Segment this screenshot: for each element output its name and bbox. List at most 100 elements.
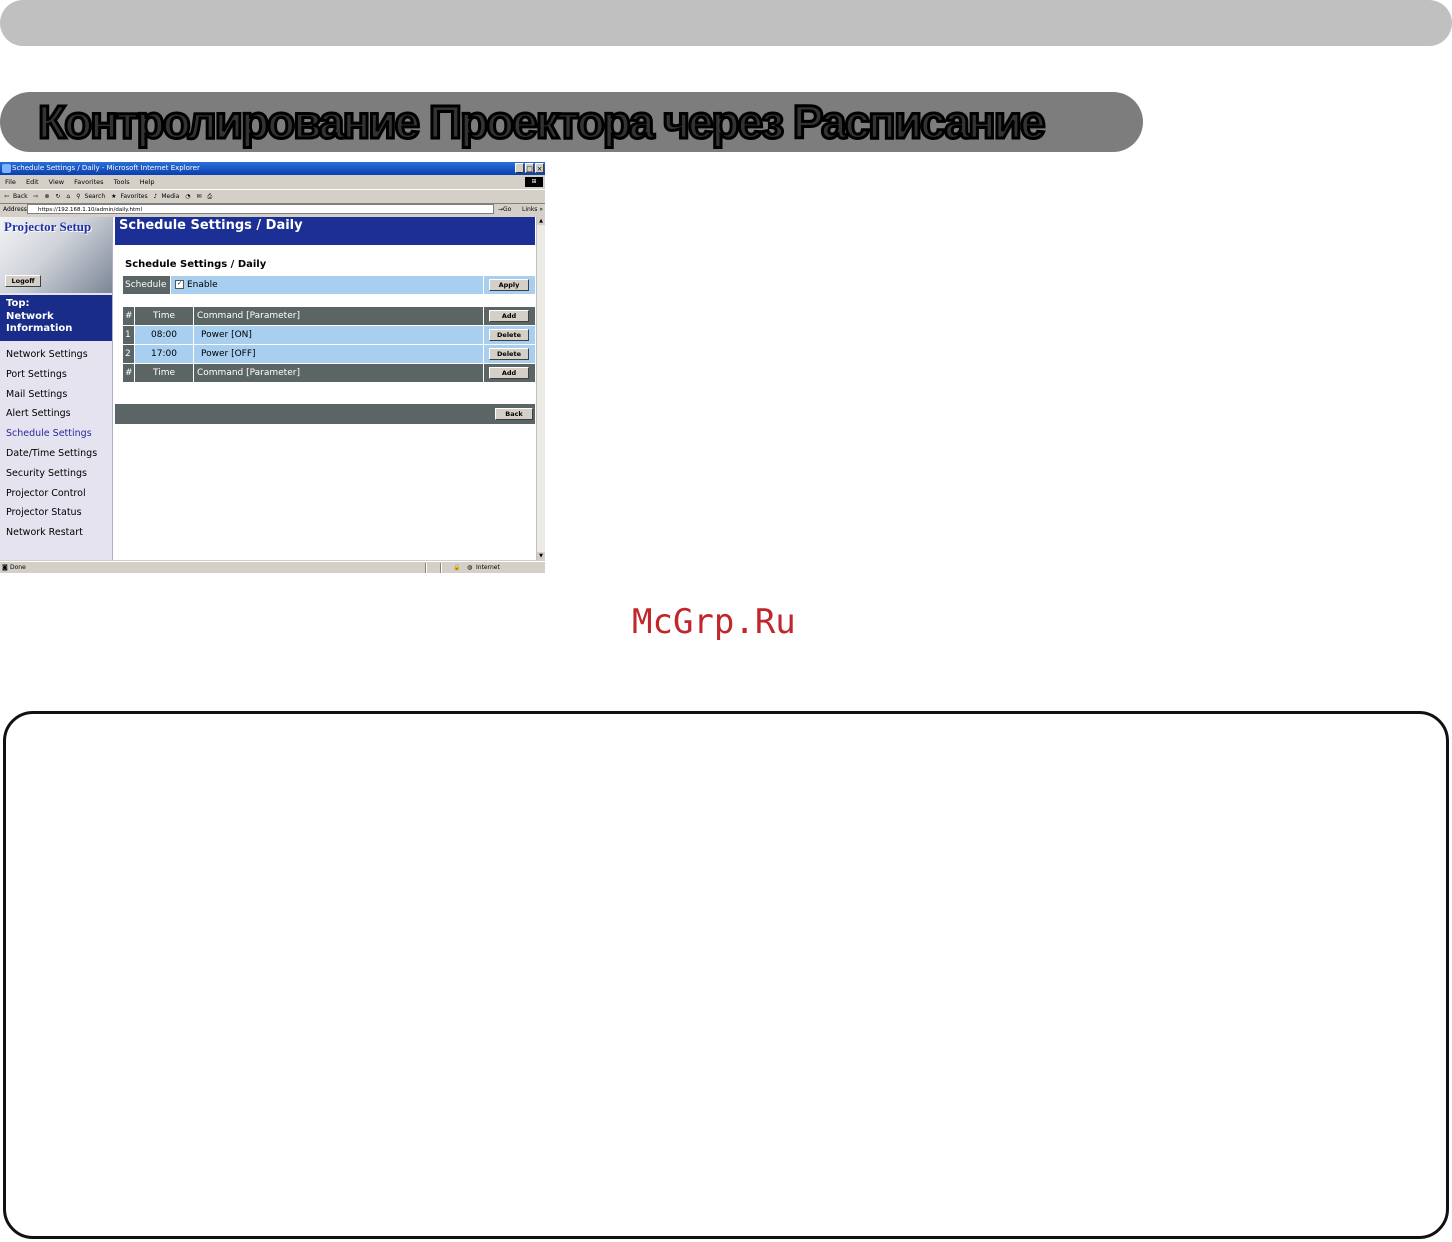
- top-line-2: Network: [6, 310, 54, 322]
- table-header-row: # Time Command [Parameter] Add: [123, 307, 535, 325]
- add-button-bottom[interactable]: Add: [489, 367, 529, 379]
- address-input[interactable]: https://192.168.1.10/admin/daily.html: [27, 204, 494, 214]
- sidebar-item-date-time-settings[interactable]: Date/Time Settings: [0, 444, 112, 464]
- sidebar-item-mail-settings[interactable]: Mail Settings: [0, 385, 112, 405]
- media-icon: ♪: [153, 193, 158, 200]
- sidebar-item-schedule-settings[interactable]: Schedule Settings: [0, 424, 112, 444]
- col-num-header: #: [123, 307, 134, 325]
- top-banner-bar: [0, 0, 1452, 46]
- sidebar-item-network-restart[interactable]: Network Restart: [0, 523, 112, 543]
- globe-icon: ◍: [467, 564, 473, 571]
- top-line-1: Top:: [6, 298, 30, 309]
- home-icon[interactable]: ⌂: [66, 193, 70, 200]
- maximize-icon[interactable]: □: [525, 163, 534, 173]
- toolbar-favorites[interactable]: Favorites: [120, 193, 147, 200]
- mail-icon[interactable]: ✉: [196, 193, 201, 200]
- browser-screenshot: Schedule Settings / Daily - Microsoft In…: [0, 162, 545, 573]
- main-header: Schedule Settings / Daily: [115, 217, 535, 245]
- sidebar-item-port-settings[interactable]: Port Settings: [0, 365, 112, 385]
- toolbar-back[interactable]: Back: [13, 193, 28, 200]
- back-bar: Back: [115, 404, 535, 424]
- scroll-down-icon[interactable]: ▼: [537, 552, 545, 560]
- status-divider: [440, 563, 442, 573]
- enable-checkbox[interactable]: ✓: [175, 280, 184, 289]
- delete-cell: Delete: [484, 326, 535, 344]
- address-bar: Address https://192.168.1.10/admin/daily…: [0, 203, 545, 216]
- browser-titlebar: Schedule Settings / Daily - Microsoft In…: [0, 162, 545, 175]
- links-button[interactable]: Links »: [522, 203, 543, 216]
- zone-text: Internet: [476, 564, 500, 571]
- minimize-icon[interactable]: _: [515, 163, 524, 173]
- sidebar: Projector Setup Logoff Top: Network Info…: [0, 217, 113, 560]
- address-label: Address: [3, 206, 27, 213]
- windows-flag-icon: ⊞: [525, 177, 543, 187]
- menu-bar: File Edit View Favorites Tools Help ⊞: [0, 176, 545, 188]
- refresh-icon[interactable]: ↻: [55, 193, 60, 200]
- go-button[interactable]: →Go: [498, 203, 511, 216]
- add-cell-bottom: Add: [484, 364, 535, 382]
- search-icon: ⚲: [76, 193, 81, 200]
- back-arrow-icon: ⇦: [4, 193, 10, 200]
- delete-button[interactable]: Delete: [489, 329, 529, 341]
- logoff-button[interactable]: Logoff: [5, 275, 41, 287]
- apply-cell: Apply: [484, 276, 535, 294]
- enable-label: Enable: [187, 280, 218, 290]
- col-time-header: Time: [135, 307, 193, 325]
- delete-cell: Delete: [484, 345, 535, 363]
- toolbar-media[interactable]: Media: [161, 193, 179, 200]
- notes-box: [3, 711, 1449, 1239]
- history-icon[interactable]: ◔: [185, 193, 190, 200]
- row-num: 1: [123, 326, 134, 344]
- add-cell-top: Add: [484, 307, 535, 325]
- sidebar-item-top-network-information[interactable]: Top: Network Information: [0, 295, 112, 341]
- sidebar-nav: Network Settings Port Settings Mail Sett…: [0, 345, 112, 543]
- stop-icon[interactable]: ⊗: [44, 193, 49, 200]
- logo-text: Projector Setup: [4, 219, 92, 234]
- top-line-3: Information: [6, 323, 73, 334]
- schedule-enable-row: Schedule ✓ Enable Apply: [123, 276, 535, 294]
- row-command: Power [OFF]: [194, 345, 483, 363]
- window-title: Schedule Settings / Daily - Microsoft In…: [12, 164, 200, 172]
- lock-icon: 🔒: [453, 564, 461, 571]
- back-button[interactable]: Back: [495, 408, 533, 420]
- row-command: Power [ON]: [194, 326, 483, 344]
- menu-help[interactable]: Help: [140, 178, 155, 186]
- menu-tools[interactable]: Tools: [114, 178, 130, 186]
- delete-button[interactable]: Delete: [489, 348, 529, 360]
- table-footer-row: # Time Command [Parameter] Add: [123, 364, 535, 382]
- page-icon: ◙: [2, 564, 8, 571]
- forward-arrow-icon[interactable]: ⇨: [34, 193, 39, 200]
- sidebar-item-network-settings[interactable]: Network Settings: [0, 345, 112, 365]
- menu-favorites[interactable]: Favorites: [74, 178, 103, 186]
- col-time-footer: Time: [135, 364, 193, 382]
- sidebar-item-projector-control[interactable]: Projector Control: [0, 484, 112, 504]
- vertical-scrollbar[interactable]: ▲ ▼: [536, 217, 545, 560]
- print-icon[interactable]: ⎙: [207, 193, 212, 200]
- main-content: Schedule Settings / Daily Schedule Setti…: [113, 217, 536, 560]
- menu-edit[interactable]: Edit: [26, 178, 39, 186]
- menu-file[interactable]: File: [5, 178, 16, 186]
- add-button-top[interactable]: Add: [489, 310, 529, 322]
- links-label: Links: [522, 206, 538, 213]
- sidebar-item-alert-settings[interactable]: Alert Settings: [0, 404, 112, 424]
- col-command-header: Command [Parameter]: [194, 307, 483, 325]
- scroll-up-icon[interactable]: ▲: [537, 217, 545, 225]
- status-divider: [425, 563, 427, 573]
- page-viewport: Projector Setup Logoff Top: Network Info…: [0, 217, 536, 560]
- watermark: McGrp.Ru: [632, 602, 796, 642]
- row-time: 08:00: [135, 326, 193, 344]
- sidebar-item-security-settings[interactable]: Security Settings: [0, 464, 112, 484]
- sidebar-item-projector-status[interactable]: Projector Status: [0, 503, 112, 523]
- apply-button[interactable]: Apply: [489, 279, 529, 291]
- close-icon[interactable]: ×: [535, 163, 544, 173]
- table-row: 1 08:00 Power [ON] Delete: [123, 326, 535, 344]
- ie-icon: [2, 164, 11, 173]
- favorites-icon: ★: [111, 193, 117, 200]
- status-text: Done: [10, 564, 26, 571]
- menu-view[interactable]: View: [49, 178, 64, 186]
- row-time: 17:00: [135, 345, 193, 363]
- section-title: Schedule Settings / Daily: [125, 259, 267, 270]
- col-num-footer: #: [123, 364, 134, 382]
- toolbar-search[interactable]: Search: [85, 193, 106, 200]
- row-num: 2: [123, 345, 134, 363]
